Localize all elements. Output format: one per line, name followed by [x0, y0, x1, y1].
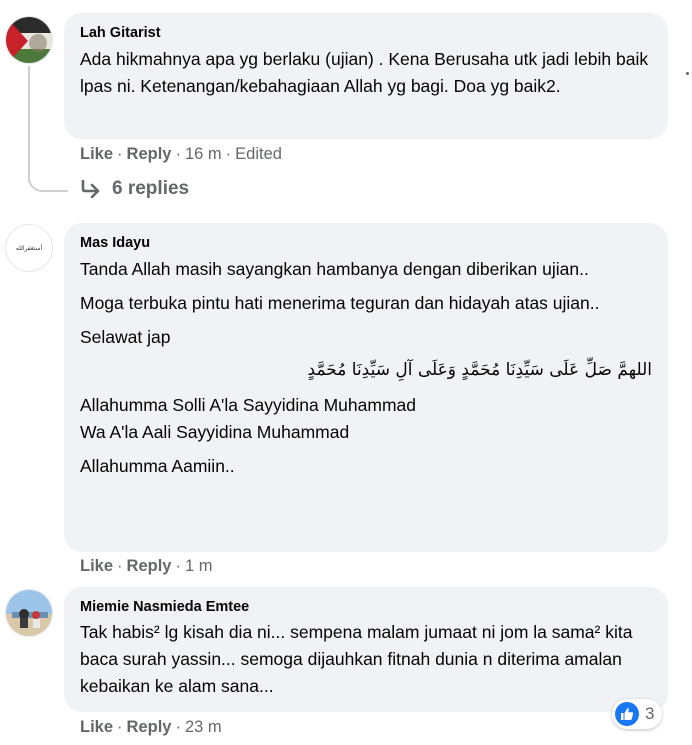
comment-paragraph: Selawat jap: [80, 327, 171, 347]
arabic-selawat: اللهمَّ صَلِّ عَلَى سَيِّدِنَا مُحَمَّدٍ…: [307, 360, 652, 380]
edited-label: Edited: [235, 145, 282, 163]
reply-button[interactable]: Reply: [127, 145, 172, 163]
replies-count-label: 6 replies: [112, 178, 190, 199]
avatar-miemie-nasmieda[interactable]: [5, 589, 53, 637]
comment-timestamp[interactable]: 23 m: [185, 718, 222, 736]
comment-bubble: Miemie Nasmieda Emtee Tak habis² lg kisa…: [64, 587, 668, 712]
reply-arrow-icon: [81, 180, 100, 198]
latin-line: Allahumma Solli A'la Sayyidina Muhammad: [80, 395, 416, 415]
comment-paragraph: Tanda Allah masih sayangkan hambanya den…: [80, 259, 589, 279]
separator: ·: [225, 145, 232, 163]
like-button[interactable]: Like: [80, 718, 113, 736]
separator: ·: [175, 145, 181, 163]
avatar-mas-idayu[interactable]: أستغفرالله: [5, 224, 53, 272]
comment-bubble: Mas Idayu Tanda Allah masih sayangkan ha…: [64, 223, 668, 552]
comment-author[interactable]: Lah Gitarist: [80, 23, 652, 43]
options-dot[interactable]: [686, 72, 689, 75]
reply-button[interactable]: Reply: [127, 557, 172, 575]
separator: ·: [117, 145, 123, 163]
comment-bubble: Lah Gitarist Ada hikmahnya apa yg berlak…: [64, 13, 668, 139]
comment-actions: Like · Reply · 16 m · Edited: [80, 145, 282, 164]
comment-author[interactable]: Miemie Nasmieda Emtee: [80, 597, 652, 617]
closing-line: Allahumma Aamiin..: [80, 456, 235, 476]
avatar-image: [6, 17, 52, 63]
comment-author[interactable]: Mas Idayu: [80, 233, 652, 253]
thread-connector: [28, 158, 68, 192]
view-replies-link[interactable]: 6 replies: [80, 178, 189, 200]
reply-button[interactable]: Reply: [127, 718, 172, 736]
latin-line: Wa A'la Aali Sayyidina Muhammad: [80, 422, 350, 442]
avatar-lah-gitarist[interactable]: [5, 16, 53, 64]
comment-timestamp[interactable]: 1 m: [185, 557, 213, 575]
comment-text: Tak habis² lg kisah dia ni... sempena ma…: [80, 622, 633, 696]
reaction-count: 3: [645, 704, 655, 723]
reaction-summary[interactable]: 3: [612, 699, 663, 729]
avatar-image: [6, 590, 52, 636]
thumbs-up-icon: [615, 702, 639, 726]
like-button[interactable]: Like: [80, 145, 113, 163]
comment-text: Ada hikmahnya apa yg berlaku (ujian) . K…: [80, 49, 649, 96]
separator: ·: [175, 557, 181, 575]
separator: ·: [117, 718, 123, 736]
comment-actions: Like · Reply · 1 m: [80, 557, 212, 576]
comment-actions: Like · Reply · 23 m: [80, 718, 222, 737]
avatar-calligraphy: أستغفرالله: [15, 244, 43, 252]
separator: ·: [117, 557, 123, 575]
comment-paragraph: Moga terbuka pintu hati menerima teguran…: [80, 293, 600, 313]
like-button[interactable]: Like: [80, 557, 113, 575]
separator: ·: [175, 718, 181, 736]
comment-timestamp[interactable]: 16 m: [185, 145, 222, 163]
